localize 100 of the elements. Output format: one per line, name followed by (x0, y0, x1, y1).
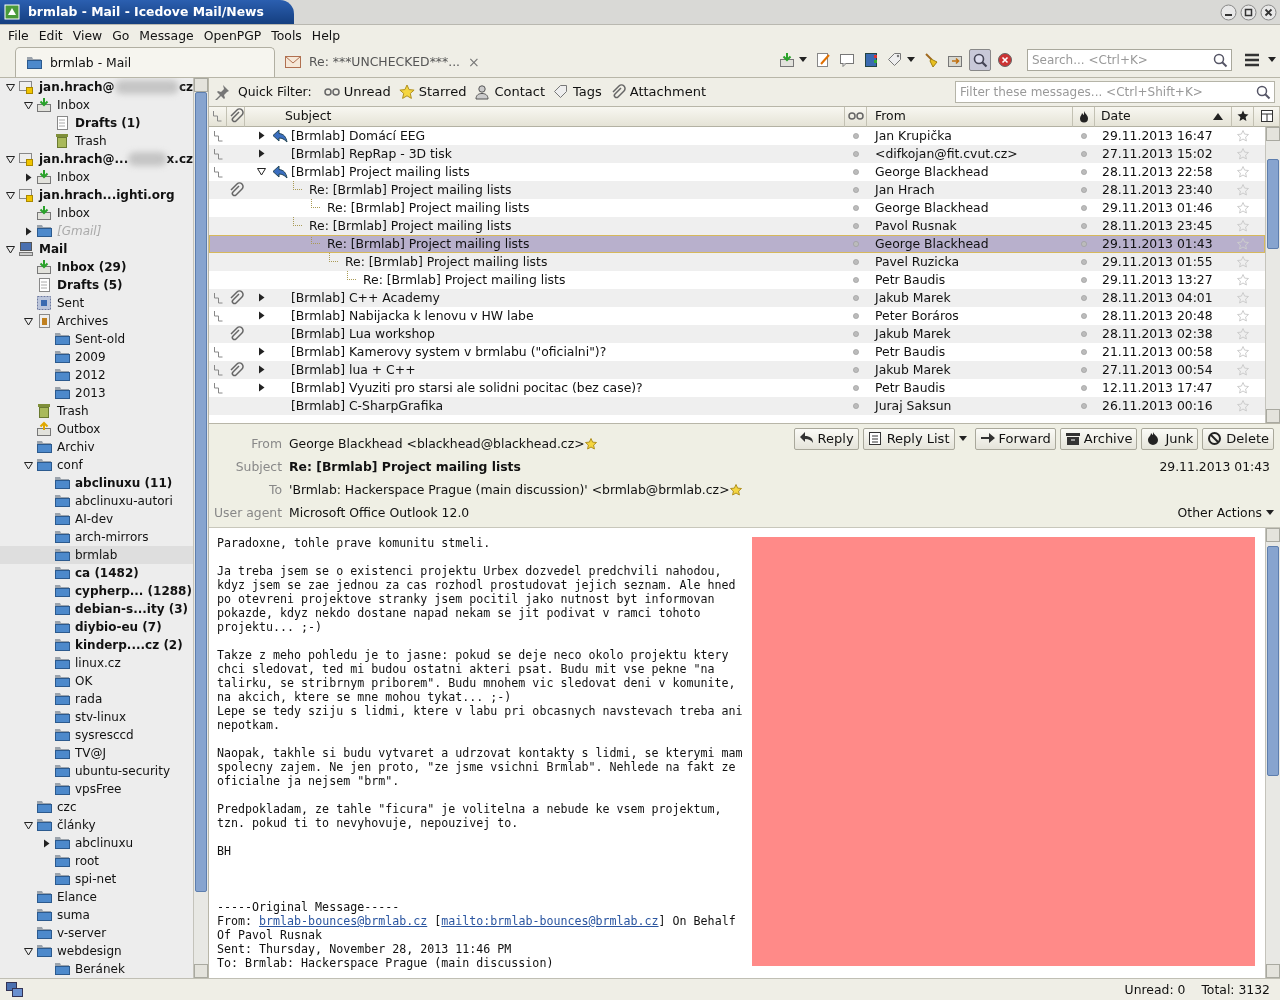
scrollbar[interactable] (1265, 528, 1280, 978)
tree-toggle-icon[interactable] (256, 383, 266, 393)
contact-star-icon[interactable] (584, 438, 597, 451)
folder-name[interactable]: conf (57, 456, 83, 474)
tab[interactable]: Re: ***UNCHECKED***... × (275, 47, 490, 77)
folder-name[interactable]: diybio-eu (7) (75, 618, 162, 636)
folder-name[interactable]: abclinuxu (75, 834, 134, 852)
message-row[interactable]: Re: [Brmlab] Project mailing lists George Blackhead 29.11.2013 01:46 (209, 198, 1265, 217)
message-row[interactable]: [Brmlab] Domácí EEG Jan Krupička 29.11.2013 16:47 (209, 126, 1265, 145)
filter-button[interactable]: Unread (319, 82, 395, 101)
folder-name[interactable]: Inbox (57, 204, 90, 222)
search-field[interactable]: Search... <Ctrl+K> (1027, 49, 1232, 71)
folder-name[interactable]: Sent-old (75, 330, 126, 348)
folder-name[interactable]: TV@J (75, 744, 107, 762)
folder-name[interactable]: root (75, 852, 100, 870)
column-header[interactable]: Date (1095, 106, 1232, 127)
action-button[interactable]: Archive (1059, 427, 1138, 450)
tree-toggle-icon[interactable] (23, 100, 33, 110)
folder-name[interactable]: czc (57, 798, 77, 816)
tree-toggle-icon[interactable] (5, 190, 15, 200)
tree-toggle-icon[interactable] (256, 167, 266, 177)
field-value[interactable]: 'Brmlab: Hackerspace Prague (main discussion)' <brmlab@brmlab.cz> (289, 481, 730, 500)
tree-toggle-icon[interactable] (41, 838, 51, 848)
tree-toggle-icon[interactable] (256, 311, 266, 321)
folder-name[interactable]: webdesign (57, 942, 122, 960)
menu-button[interactable] (1244, 53, 1276, 67)
folder-name[interactable]: linux.cz (75, 654, 121, 672)
account-name[interactable]: jan.hrach@... (39, 150, 129, 168)
action-button[interactable]: Reply (793, 427, 859, 450)
tree-toggle-icon[interactable] (23, 316, 33, 326)
column-header[interactable]: From (867, 106, 1073, 127)
folder-name[interactable]: ubuntu-security (75, 762, 170, 780)
close-button[interactable] (1260, 3, 1277, 21)
menu-item[interactable]: Tools (265, 26, 306, 45)
folder-name[interactable]: Trash (57, 402, 89, 420)
tree-toggle-icon[interactable] (23, 946, 33, 956)
folder-name[interactable]: kinderp....cz (2) (75, 636, 183, 654)
field-value[interactable]: George Blackhead <blackhead@blackhead.cz> (289, 435, 585, 454)
folder-name[interactable]: spi-net (75, 870, 117, 888)
selected-folder-row[interactable]: brmlab (0, 546, 193, 564)
folder-name[interactable]: abclinuxu (11) (75, 474, 173, 492)
message-row[interactable]: [Brmlab] Vyuziti pro starsi ale solidni pocitac (bez case)? Petr Baudis 12.11.2013 17:47 (209, 378, 1265, 397)
tree-toggle-icon[interactable] (256, 347, 266, 357)
folder-name[interactable]: 2013 (75, 384, 106, 402)
folder-name[interactable]: články (57, 816, 96, 834)
scrollbar[interactable] (1265, 126, 1280, 423)
folder-name[interactable]: 2009 (75, 348, 106, 366)
folder-name[interactable]: brmlab (75, 546, 118, 564)
folder-name[interactable]: ca (1482) (75, 564, 139, 582)
email-link[interactable]: brmlab-bounces@brmlab.cz (259, 914, 428, 928)
filter-button[interactable]: Attachment (605, 82, 710, 101)
message-row[interactable]: Re: [Brmlab] Project mailing lists Pavol Rusnak 28.11.2013 23:45 (209, 216, 1265, 235)
pin-icon[interactable] (214, 83, 230, 100)
column-header[interactable] (1073, 106, 1095, 127)
folder-name[interactable]: arch-mirrors (75, 528, 149, 546)
folder-name[interactable]: sysresccd (75, 726, 134, 744)
tree-toggle-icon[interactable] (23, 226, 33, 236)
contact-star-icon[interactable] (729, 484, 742, 497)
stop-button[interactable] (995, 50, 1015, 70)
folder-name[interactable]: debian-s...ity (3) (75, 600, 189, 618)
tree-toggle-icon[interactable] (256, 149, 266, 159)
menu-item[interactable]: OpenPGP (197, 26, 266, 45)
folder-name[interactable]: vpsFree (75, 780, 122, 798)
folder-name[interactable]: 2012 (75, 366, 106, 384)
column-header[interactable] (1232, 106, 1254, 127)
action-button[interactable]: Junk (1141, 427, 1199, 450)
folder-name[interactable]: Inbox (57, 96, 90, 114)
field-value[interactable]: Microsoft Office Outlook 12.0 (289, 504, 470, 523)
action-button[interactable]: Reply List (862, 427, 955, 450)
account-name[interactable]: jan.hrach...ighti.org (39, 186, 175, 204)
menu-item[interactable]: View (66, 26, 107, 45)
folder-name[interactable]: rada (75, 690, 103, 708)
account-name[interactable]: Mail (39, 240, 68, 258)
maximize-button[interactable] (1240, 3, 1257, 21)
action-button[interactable]: Delete (1202, 427, 1274, 450)
folder-name[interactable]: Inbox (57, 168, 90, 186)
column-header[interactable]: Subject (245, 106, 845, 127)
action-button[interactable]: Forward (974, 427, 1056, 450)
folder-name[interactable]: abclinuxu-autori (75, 492, 173, 510)
tree-toggle-icon[interactable] (256, 131, 266, 141)
tree-toggle-icon[interactable] (5, 82, 15, 92)
close-tab-button[interactable]: × (468, 53, 480, 71)
folder-name[interactable]: Outbox (57, 420, 101, 438)
tree-toggle-icon[interactable] (5, 154, 15, 164)
menu-item[interactable]: Message (133, 26, 198, 45)
folder-name[interactable]: cypherp... (1288) (75, 582, 192, 600)
scrollbar[interactable] (193, 78, 208, 978)
message-row[interactable]: [Brmlab] lua + C++ Jakub Marek 27.11.2013 00:54 (209, 360, 1265, 379)
message-row[interactable]: [Brmlab] Nabijacka k lenovu v HW labe Peter Boráros 28.11.2013 20:48 (209, 306, 1265, 325)
message-row[interactable]: [Brmlab] Lua workshop Jakub Marek 28.11.2013 02:38 (209, 324, 1265, 343)
folder-name[interactable]: Drafts (1) (75, 114, 141, 132)
tree-toggle-icon[interactable] (5, 244, 15, 254)
menu-item[interactable]: Edit (32, 26, 67, 45)
filter-field[interactable]: Filter these messages... <Ctrl+Shift+K> (955, 80, 1275, 103)
message-row[interactable]: [Brmlab] C++ Academy Jakub Marek 28.11.2013 04:01 (209, 288, 1265, 307)
menu-item[interactable]: Go (106, 26, 134, 45)
message-row[interactable]: [Brmlab] Project mailing lists George Blackhead 28.11.2013 22:58 (209, 162, 1265, 181)
get-mail-button[interactable] (777, 50, 809, 70)
folder-name[interactable]: Archiv (57, 438, 95, 456)
folder-name[interactable]: suma (57, 906, 90, 924)
